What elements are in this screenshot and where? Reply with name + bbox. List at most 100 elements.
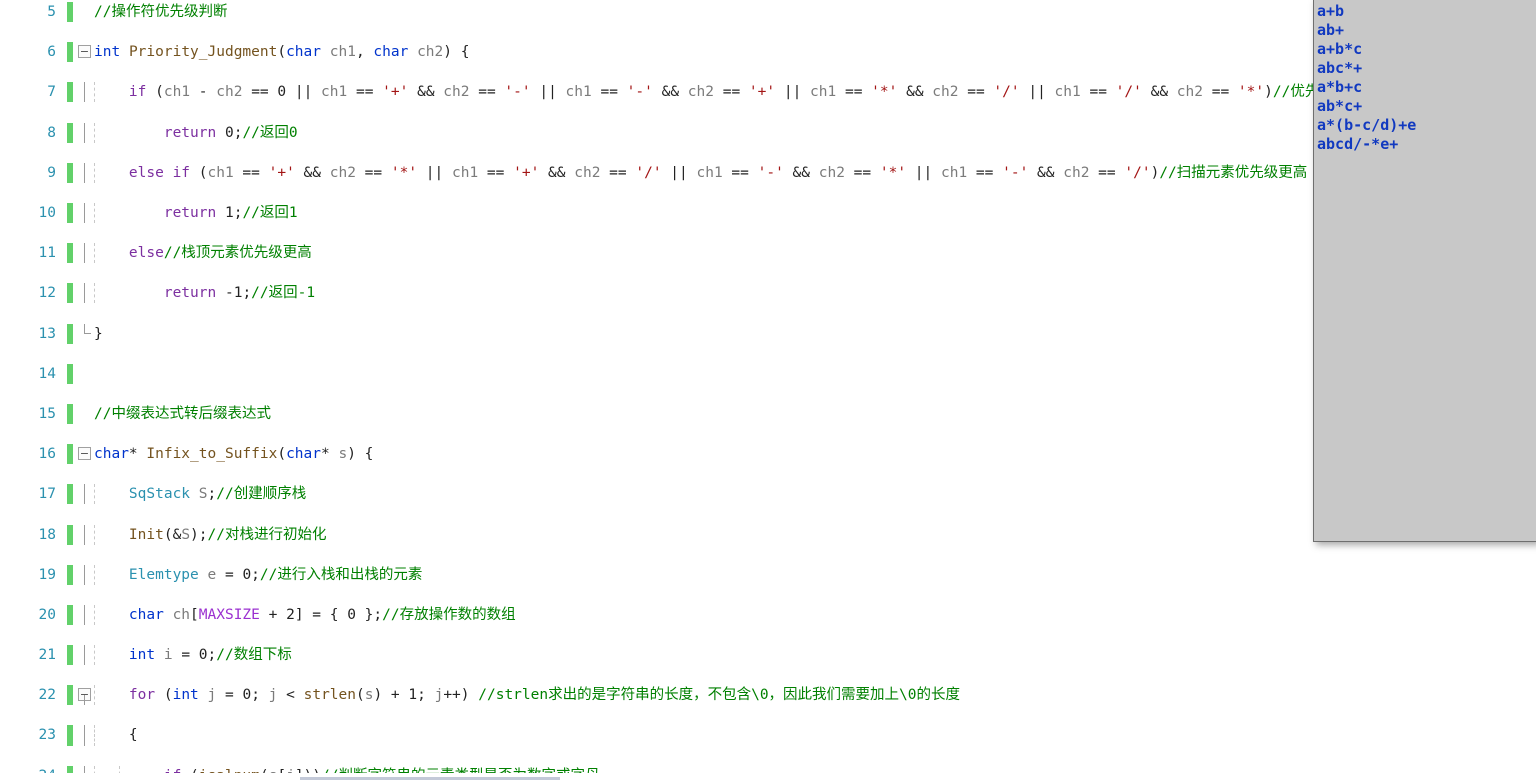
app-window: 5//操作符优先级判断 6− int Priority_Judgment(char … xyxy=(0,0,1536,784)
code-line[interactable]: 19 Elemtype e = 0;//进行入栈和出栈的元素 xyxy=(0,564,1536,585)
code-line[interactable]: 8 return 0;//返回0 xyxy=(0,122,1536,143)
code-token: return xyxy=(163,124,217,141)
fold-column[interactable]: − xyxy=(76,444,94,464)
code-token: * xyxy=(321,446,339,463)
changed-line-indicator xyxy=(67,604,73,625)
code-text: int i = 0;//数组下标 xyxy=(94,645,292,665)
fold-guide-line xyxy=(84,202,85,224)
fold-column[interactable] xyxy=(76,725,94,746)
fold-column[interactable] xyxy=(76,2,94,22)
fold-column[interactable] xyxy=(76,524,94,545)
code-token: ch2 xyxy=(818,164,845,181)
code-line[interactable]: 18 Init(&S);//对栈进行初始化 xyxy=(0,524,1536,545)
code-line[interactable]: 10 return 1;//返回1 xyxy=(0,202,1536,224)
fold-guide-line xyxy=(84,323,85,333)
fold-collapse-icon[interactable]: − xyxy=(78,45,91,59)
fold-column[interactable] xyxy=(76,243,94,264)
fold-column[interactable] xyxy=(76,564,94,585)
code-line[interactable]: 13} xyxy=(0,323,1536,344)
changed-line-indicator xyxy=(67,283,73,304)
code-token: ch2 xyxy=(1176,84,1203,101)
code-token: 1 xyxy=(224,204,234,221)
code-line[interactable]: 11 else//栈顶元素优先级更高 xyxy=(0,243,1536,264)
code-token: ch1 xyxy=(810,84,837,101)
fold-column[interactable] xyxy=(76,323,94,344)
code-line[interactable]: 22− for (int j = 0; j < strlen(s) + 1; j… xyxy=(0,685,1536,706)
code-line[interactable]: 7 if (ch1 - ch2 == 0 || ch1 == '+' && ch… xyxy=(0,82,1536,103)
code-token: && xyxy=(539,164,575,181)
code-line[interactable]: 14 xyxy=(0,363,1536,384)
fold-guide-line xyxy=(84,122,85,143)
code-line[interactable]: 6− int Priority_Judgment(char ch1, char c… xyxy=(0,42,1536,63)
code-line[interactable]: 5 //操作符优先级判断 xyxy=(0,2,1536,23)
code-token: == xyxy=(714,84,749,101)
code-token: s xyxy=(338,446,348,463)
code-token: (& xyxy=(163,526,182,543)
console-output-window[interactable]: a+b ab+ a+b*c abc*+ a*b+c ab*c+ a*(b-c/d… xyxy=(1313,0,1536,542)
code-text: return 0;//返回0 xyxy=(94,123,298,143)
line-number: 18 xyxy=(38,526,56,543)
fold-column[interactable] xyxy=(76,122,94,143)
code-token: return xyxy=(163,285,217,302)
code-token: int xyxy=(128,647,156,664)
code-line[interactable]: 16− char* Infix_to_Suffix(char* s) { xyxy=(0,444,1536,465)
code-token: int xyxy=(172,687,199,704)
code-token: == xyxy=(478,164,514,181)
code-token: char xyxy=(373,44,409,61)
code-token: || xyxy=(286,84,322,101)
code-line[interactable]: 23 { xyxy=(0,725,1536,746)
code-line[interactable]: 9 else if (ch1 == '+' && ch2 == '*' || c… xyxy=(0,162,1536,183)
line-number: 20 xyxy=(38,606,56,623)
fold-guide-line xyxy=(84,695,85,706)
code-token: return xyxy=(163,204,217,221)
code-token: 1 xyxy=(408,687,418,704)
code-token: ch1 xyxy=(696,164,723,181)
fold-column[interactable] xyxy=(76,645,94,666)
code-text: Elemtype e = 0;//进行入栈和出栈的元素 xyxy=(94,565,422,585)
code-token: ch2 xyxy=(216,84,243,101)
fold-column[interactable] xyxy=(76,283,94,304)
fold-column[interactable] xyxy=(76,604,94,625)
fold-column[interactable] xyxy=(76,404,94,424)
code-line[interactable]: 21 int i = 0;//数组下标 xyxy=(0,645,1536,666)
fold-column[interactable] xyxy=(76,162,94,183)
fold-guide-line xyxy=(84,604,85,625)
code-token: Infix_to_Suffix xyxy=(146,446,278,463)
code-token: { xyxy=(94,727,138,744)
code-token: ] = { xyxy=(294,606,348,623)
code-editor[interactable]: 5//操作符优先级判断 6− int Priority_Judgment(char … xyxy=(0,0,1536,784)
code-token: SqStack xyxy=(128,486,191,503)
line-number: 11 xyxy=(38,245,56,262)
code-token: -1 xyxy=(224,285,243,302)
code-token: + xyxy=(259,606,287,623)
scrollbar-thumb[interactable] xyxy=(300,777,560,780)
code-line[interactable]: 20 char ch[MAXSIZE + 2] = { 0 };//存放操作数的… xyxy=(0,604,1536,625)
code-token: '*' xyxy=(1237,84,1265,101)
code-token: == xyxy=(1089,164,1125,181)
code-token: ( xyxy=(277,44,287,61)
fold-column[interactable]: − xyxy=(76,685,94,706)
code-token: '-' xyxy=(626,84,653,101)
fold-column[interactable] xyxy=(76,364,94,384)
code-text: if (ch1 - ch2 == 0 || ch1 == '+' && ch2 … xyxy=(94,82,1363,102)
line-number: 5 xyxy=(47,4,56,20)
horizontal-scrollbar-bottom[interactable] xyxy=(0,773,1313,784)
code-token: 2 xyxy=(286,606,295,623)
fold-column[interactable] xyxy=(76,82,94,103)
changed-line-indicator xyxy=(67,363,73,384)
code-token: && xyxy=(1141,84,1177,101)
code-token: '/' xyxy=(635,164,662,181)
code-line[interactable]: 17 SqStack S;//创建顺序栈 xyxy=(0,484,1536,505)
code-line[interactable]: 15 //中缀表达式转后缀表达式 xyxy=(0,403,1536,425)
fold-column[interactable] xyxy=(76,202,94,224)
code-token: //栈顶元素优先级更高 xyxy=(163,245,312,262)
code-text: //中缀表达式转后缀表达式 xyxy=(94,404,271,424)
code-line[interactable]: 12 return -1;//返回-1 xyxy=(0,283,1536,304)
fold-collapse-icon[interactable]: − xyxy=(78,447,91,461)
fold-column[interactable] xyxy=(76,484,94,505)
code-token: ) xyxy=(1264,84,1273,101)
fold-column[interactable]: − xyxy=(76,42,94,62)
